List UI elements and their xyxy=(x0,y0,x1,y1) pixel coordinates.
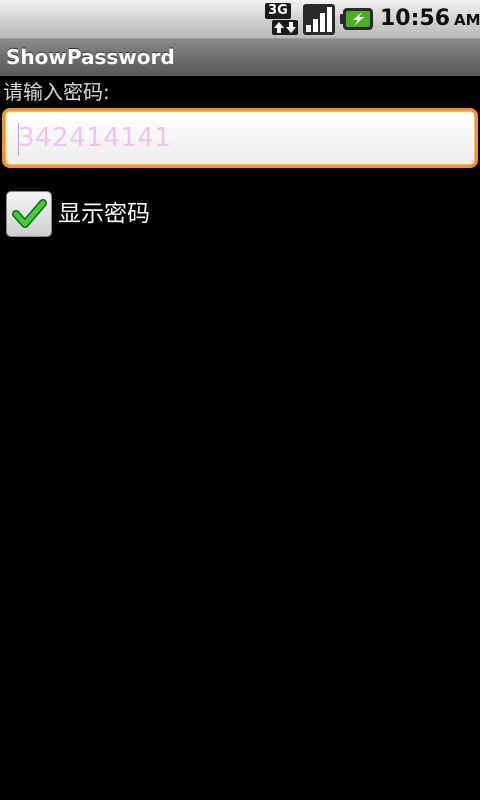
signal-strength-icon xyxy=(303,4,335,35)
clock: 10:56 AM xyxy=(380,0,480,38)
password-prompt-label: 请输入密码: xyxy=(3,80,110,104)
app-title: ShowPassword xyxy=(6,45,175,69)
checkmark-icon xyxy=(12,199,47,228)
data-activity-arrows xyxy=(272,20,298,35)
network-type-label: 3G xyxy=(265,3,291,19)
battery-charging-icon xyxy=(340,6,374,32)
show-password-checkbox[interactable] xyxy=(6,191,52,237)
status-bar: 3G 10:56 AM xyxy=(0,0,480,38)
title-bar: ShowPassword xyxy=(0,38,480,76)
clock-ampm: AM xyxy=(454,11,480,29)
password-input-value: 342414141 xyxy=(18,123,172,153)
password-input[interactable]: 342414141 xyxy=(2,108,478,168)
clock-time: 10:56 xyxy=(380,6,451,31)
3g-data-icon: 3G xyxy=(264,3,298,35)
show-password-label[interactable]: 显示密码 xyxy=(58,199,150,229)
